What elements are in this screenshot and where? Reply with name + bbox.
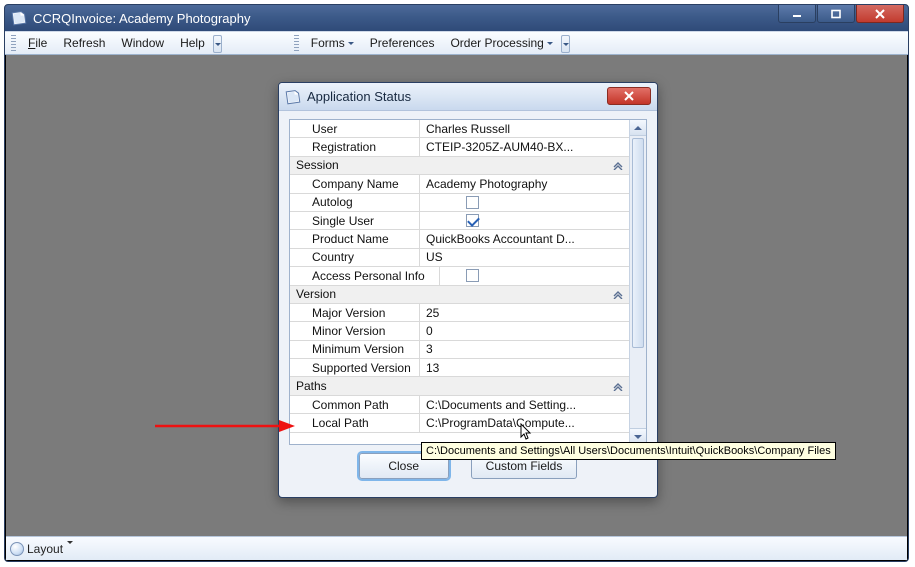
- scroll-up-icon[interactable]: [630, 120, 646, 136]
- checkbox-unchecked[interactable]: [466, 269, 479, 282]
- group-label: Paths: [290, 377, 607, 394]
- row-label: Company Name: [290, 175, 420, 192]
- row-value: C:\Documents and Setting...: [420, 396, 629, 413]
- row-value: Charles Russell: [420, 120, 629, 137]
- row-label: Registration: [290, 138, 420, 155]
- scroll-thumb[interactable]: [632, 138, 644, 348]
- row-value: 25: [420, 304, 629, 321]
- row-label: Common Path: [290, 396, 420, 413]
- row-local-path[interactable]: Local Path C:\ProgramData\Compute...: [290, 414, 629, 432]
- group-paths[interactable]: Paths: [290, 377, 629, 395]
- group-version[interactable]: Version: [290, 286, 629, 304]
- toolbar-grip[interactable]: [294, 35, 299, 53]
- dialog-close-button[interactable]: [607, 87, 651, 105]
- checkbox-checked[interactable]: [466, 214, 479, 227]
- row-label: Major Version: [290, 304, 420, 321]
- row-label: Minor Version: [290, 322, 420, 339]
- row-value: US: [420, 249, 629, 266]
- toolbar-grip[interactable]: [11, 35, 16, 53]
- menu-window[interactable]: Window: [113, 33, 172, 53]
- collapse-icon[interactable]: [607, 160, 629, 170]
- toolbar-overflow-icon[interactable]: [561, 35, 570, 53]
- row-value: Academy Photography: [420, 175, 629, 192]
- menu-help[interactable]: Help: [172, 33, 213, 53]
- collapse-icon[interactable]: [607, 289, 629, 299]
- layout-button[interactable]: Layout: [27, 542, 73, 556]
- menu-refresh[interactable]: Refresh: [55, 33, 113, 53]
- row-registration[interactable]: Registration CTEIP-3205Z-AUM40-BX...: [290, 138, 629, 156]
- row-value: 13: [420, 359, 629, 376]
- application-status-dialog: Application Status User Charles Russell …: [278, 82, 658, 498]
- row-label: Product Name: [290, 230, 420, 247]
- menu-order-processing[interactable]: Order Processing: [442, 33, 560, 53]
- app-icon: [10, 9, 28, 27]
- row-minimum-version[interactable]: Minimum Version 3: [290, 341, 629, 359]
- row-value: 0: [420, 322, 629, 339]
- row-single-user[interactable]: Single User: [290, 212, 629, 230]
- toolbar-overflow-icon[interactable]: [213, 35, 222, 53]
- dialog-title: Application Status: [307, 89, 411, 104]
- window-close-button[interactable]: [856, 5, 904, 23]
- row-user[interactable]: User Charles Russell: [290, 120, 629, 138]
- row-value: QuickBooks Accountant D...: [420, 230, 629, 247]
- row-label: Local Path: [290, 414, 420, 431]
- group-label: Session: [290, 157, 607, 174]
- chevron-down-icon: [348, 42, 354, 48]
- menu-forms[interactable]: Forms: [303, 33, 362, 53]
- row-value: 3: [420, 341, 629, 358]
- group-label: Version: [290, 286, 607, 303]
- row-product-name[interactable]: Product Name QuickBooks Accountant D...: [290, 230, 629, 248]
- row-major-version[interactable]: Major Version 25: [290, 304, 629, 322]
- menu-preferences[interactable]: Preferences: [362, 33, 443, 53]
- menu-bar: File Refresh Window Help Forms Preferenc…: [5, 31, 908, 55]
- row-label: Minimum Version: [290, 341, 420, 358]
- row-label: Supported Version: [290, 359, 420, 376]
- row-company-name[interactable]: Company Name Academy Photography: [290, 175, 629, 193]
- dialog-body: User Charles Russell Registration CTEIP-…: [289, 119, 647, 445]
- row-label: Access Personal Info: [290, 267, 440, 284]
- window-title: CCRQInvoice: Academy Photography: [33, 11, 251, 26]
- property-grid: User Charles Russell Registration CTEIP-…: [290, 120, 629, 444]
- group-session[interactable]: Session: [290, 157, 629, 175]
- hint-icon: [10, 542, 24, 556]
- row-label: Country: [290, 249, 420, 266]
- row-autolog[interactable]: Autolog: [290, 194, 629, 212]
- minimize-button[interactable]: [778, 5, 816, 23]
- collapse-icon[interactable]: [607, 381, 629, 391]
- tooltip: C:\Documents and Settings\All Users\Docu…: [421, 442, 836, 460]
- dialog-title-bar[interactable]: Application Status: [279, 83, 657, 111]
- app-icon: [284, 87, 302, 105]
- chevron-down-icon: [547, 42, 553, 48]
- title-bar[interactable]: CCRQInvoice: Academy Photography: [5, 5, 908, 31]
- status-bar: Layout: [6, 536, 907, 560]
- row-access-personal-info[interactable]: Access Personal Info: [290, 267, 629, 285]
- row-label: Autolog: [290, 194, 420, 211]
- maximize-button[interactable]: [817, 5, 855, 23]
- row-label: Single User: [290, 212, 420, 229]
- checkbox-unchecked[interactable]: [466, 196, 479, 209]
- menu-file[interactable]: File: [20, 33, 55, 53]
- row-country[interactable]: Country US: [290, 249, 629, 267]
- chevron-down-icon: [67, 541, 73, 561]
- row-minor-version[interactable]: Minor Version 0: [290, 322, 629, 340]
- menu-group-right: Forms Preferences Order Processing: [292, 32, 580, 54]
- menu-group-left: File Refresh Window Help: [9, 32, 232, 54]
- row-label: User: [290, 120, 420, 137]
- row-supported-version[interactable]: Supported Version 13: [290, 359, 629, 377]
- pointer-cursor-icon: [520, 423, 532, 441]
- vertical-scrollbar[interactable]: [629, 120, 646, 444]
- row-common-path[interactable]: Common Path C:\Documents and Setting...: [290, 396, 629, 414]
- row-value: CTEIP-3205Z-AUM40-BX...: [420, 138, 629, 155]
